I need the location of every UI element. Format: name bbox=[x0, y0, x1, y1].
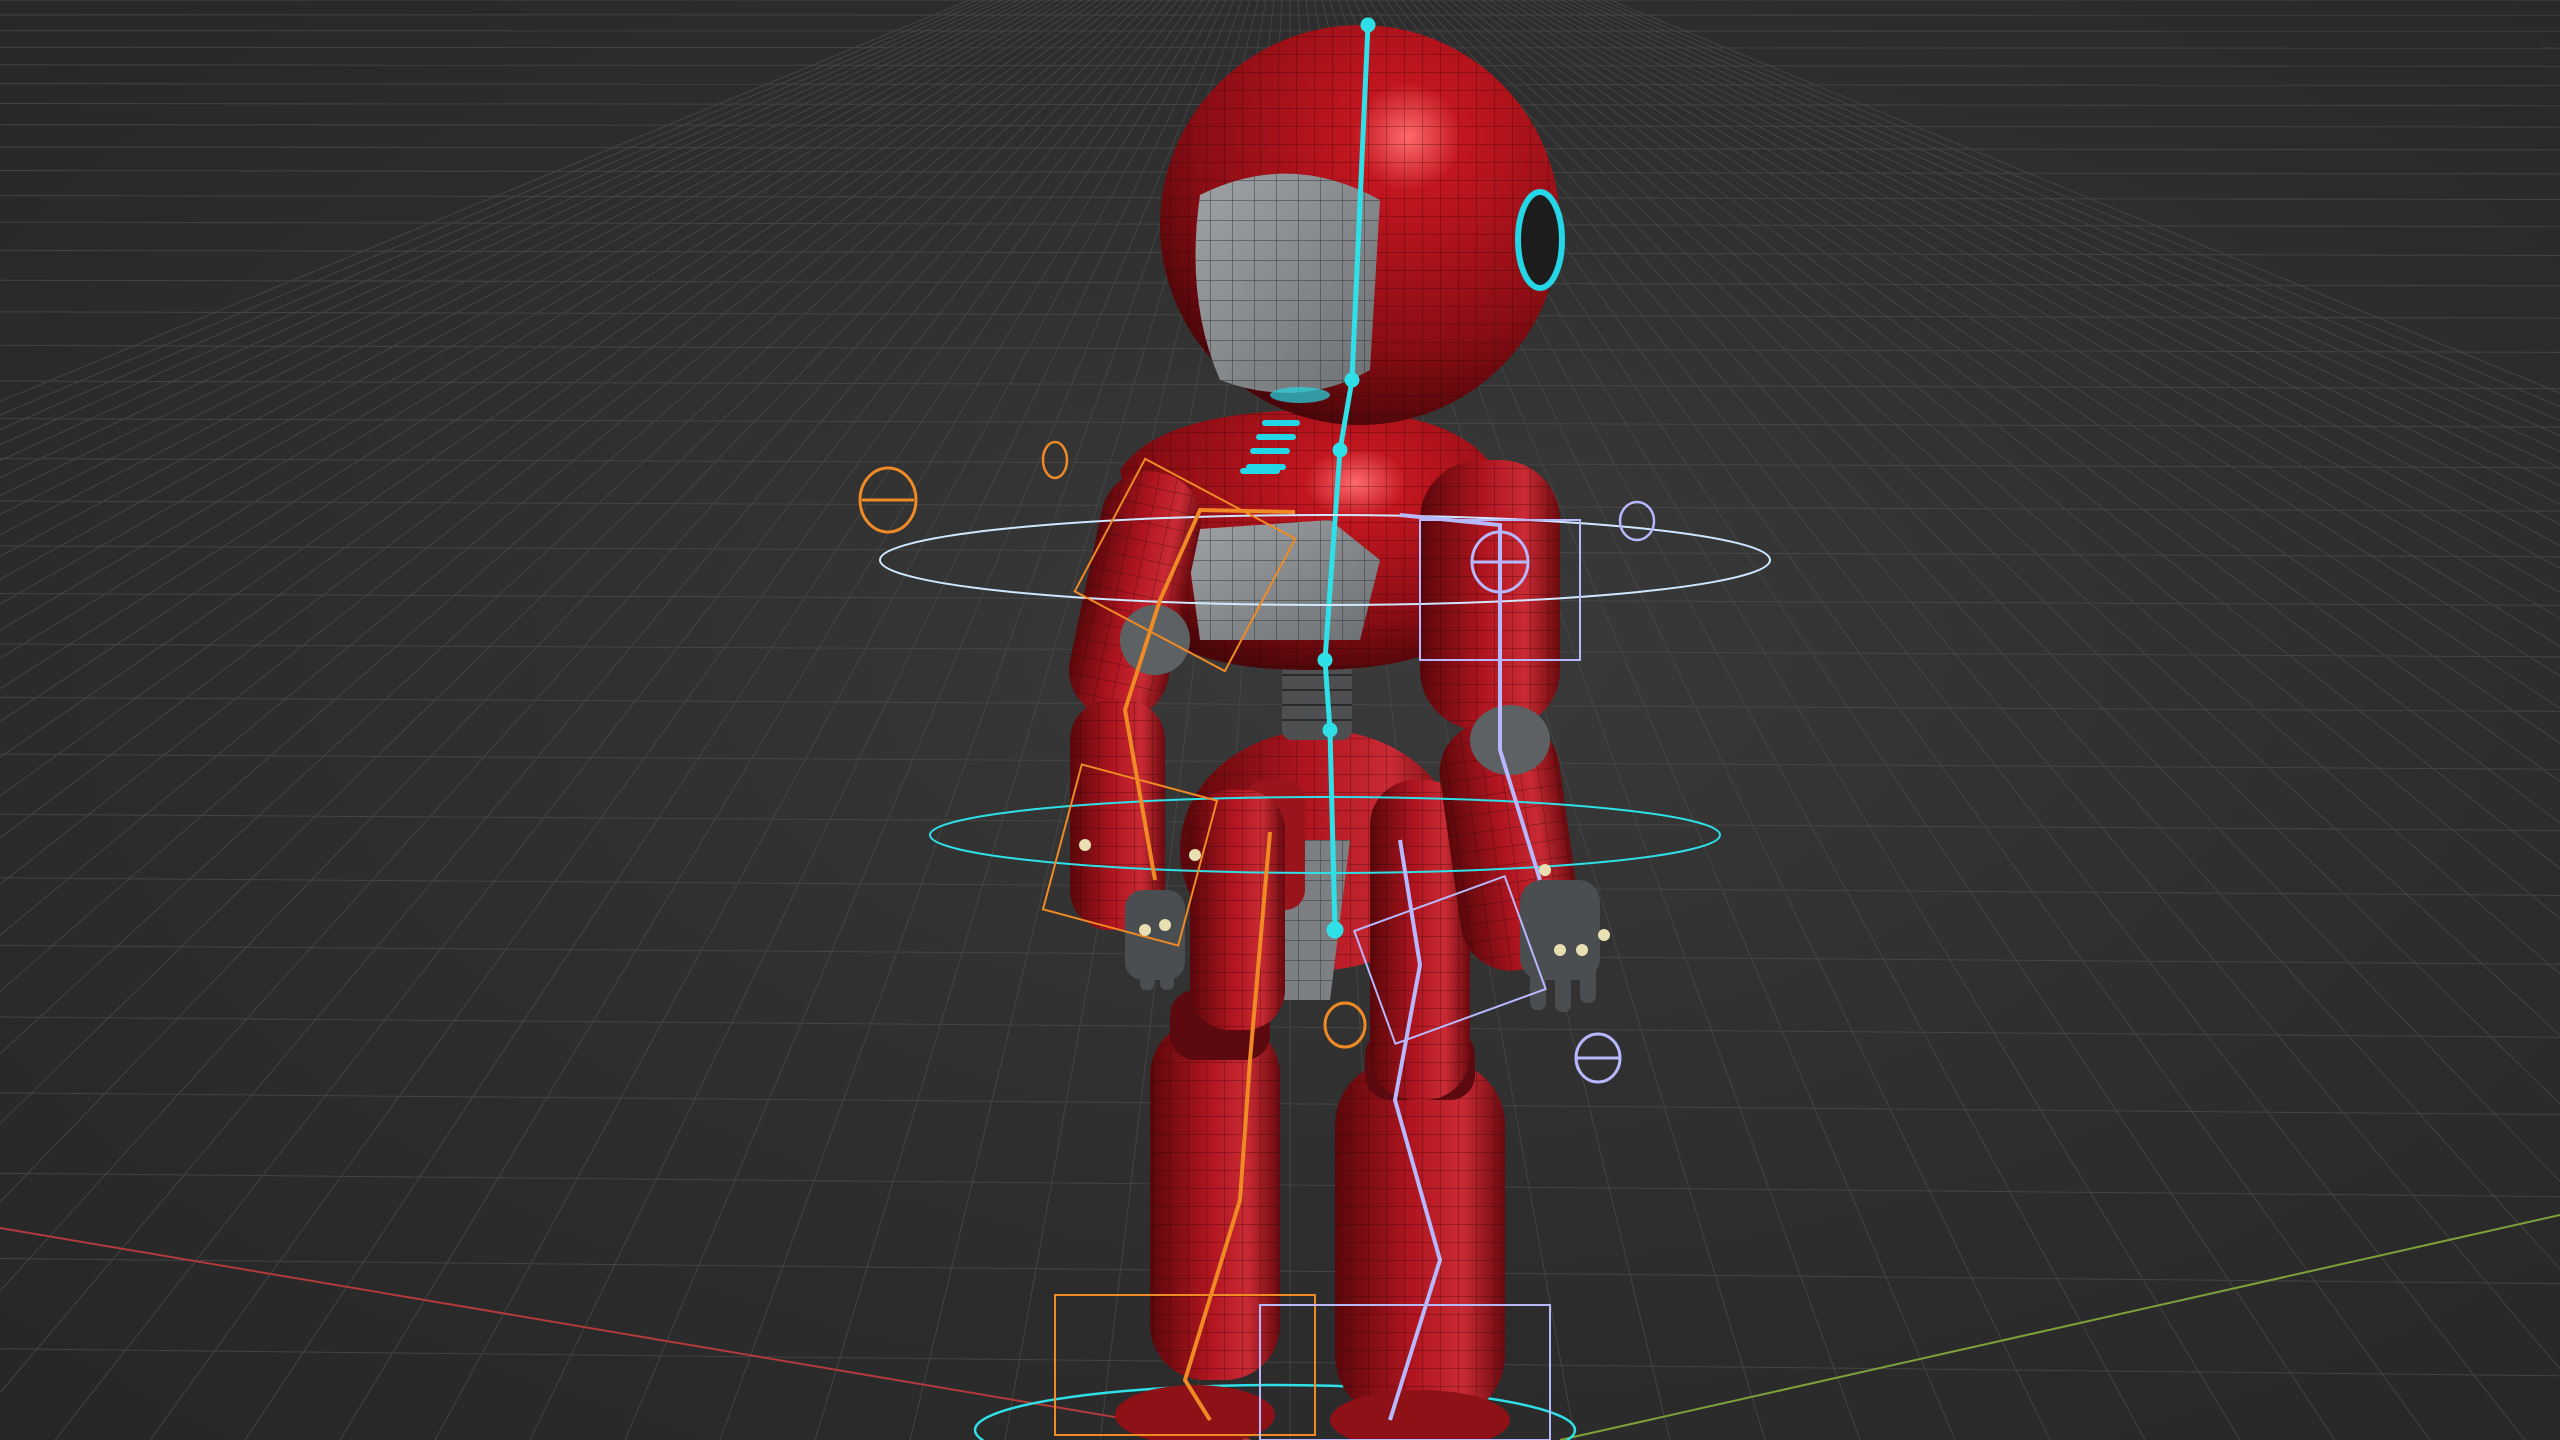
3d-viewport[interactable] bbox=[0, 0, 2560, 1440]
x-axis-line bbox=[0, 1227, 1251, 1440]
robot-waist-joint bbox=[1282, 660, 1352, 740]
head-ear-light bbox=[1515, 189, 1565, 291]
y-axis-line bbox=[1559, 1214, 2560, 1440]
viewport-canvas bbox=[0, 0, 2560, 1440]
